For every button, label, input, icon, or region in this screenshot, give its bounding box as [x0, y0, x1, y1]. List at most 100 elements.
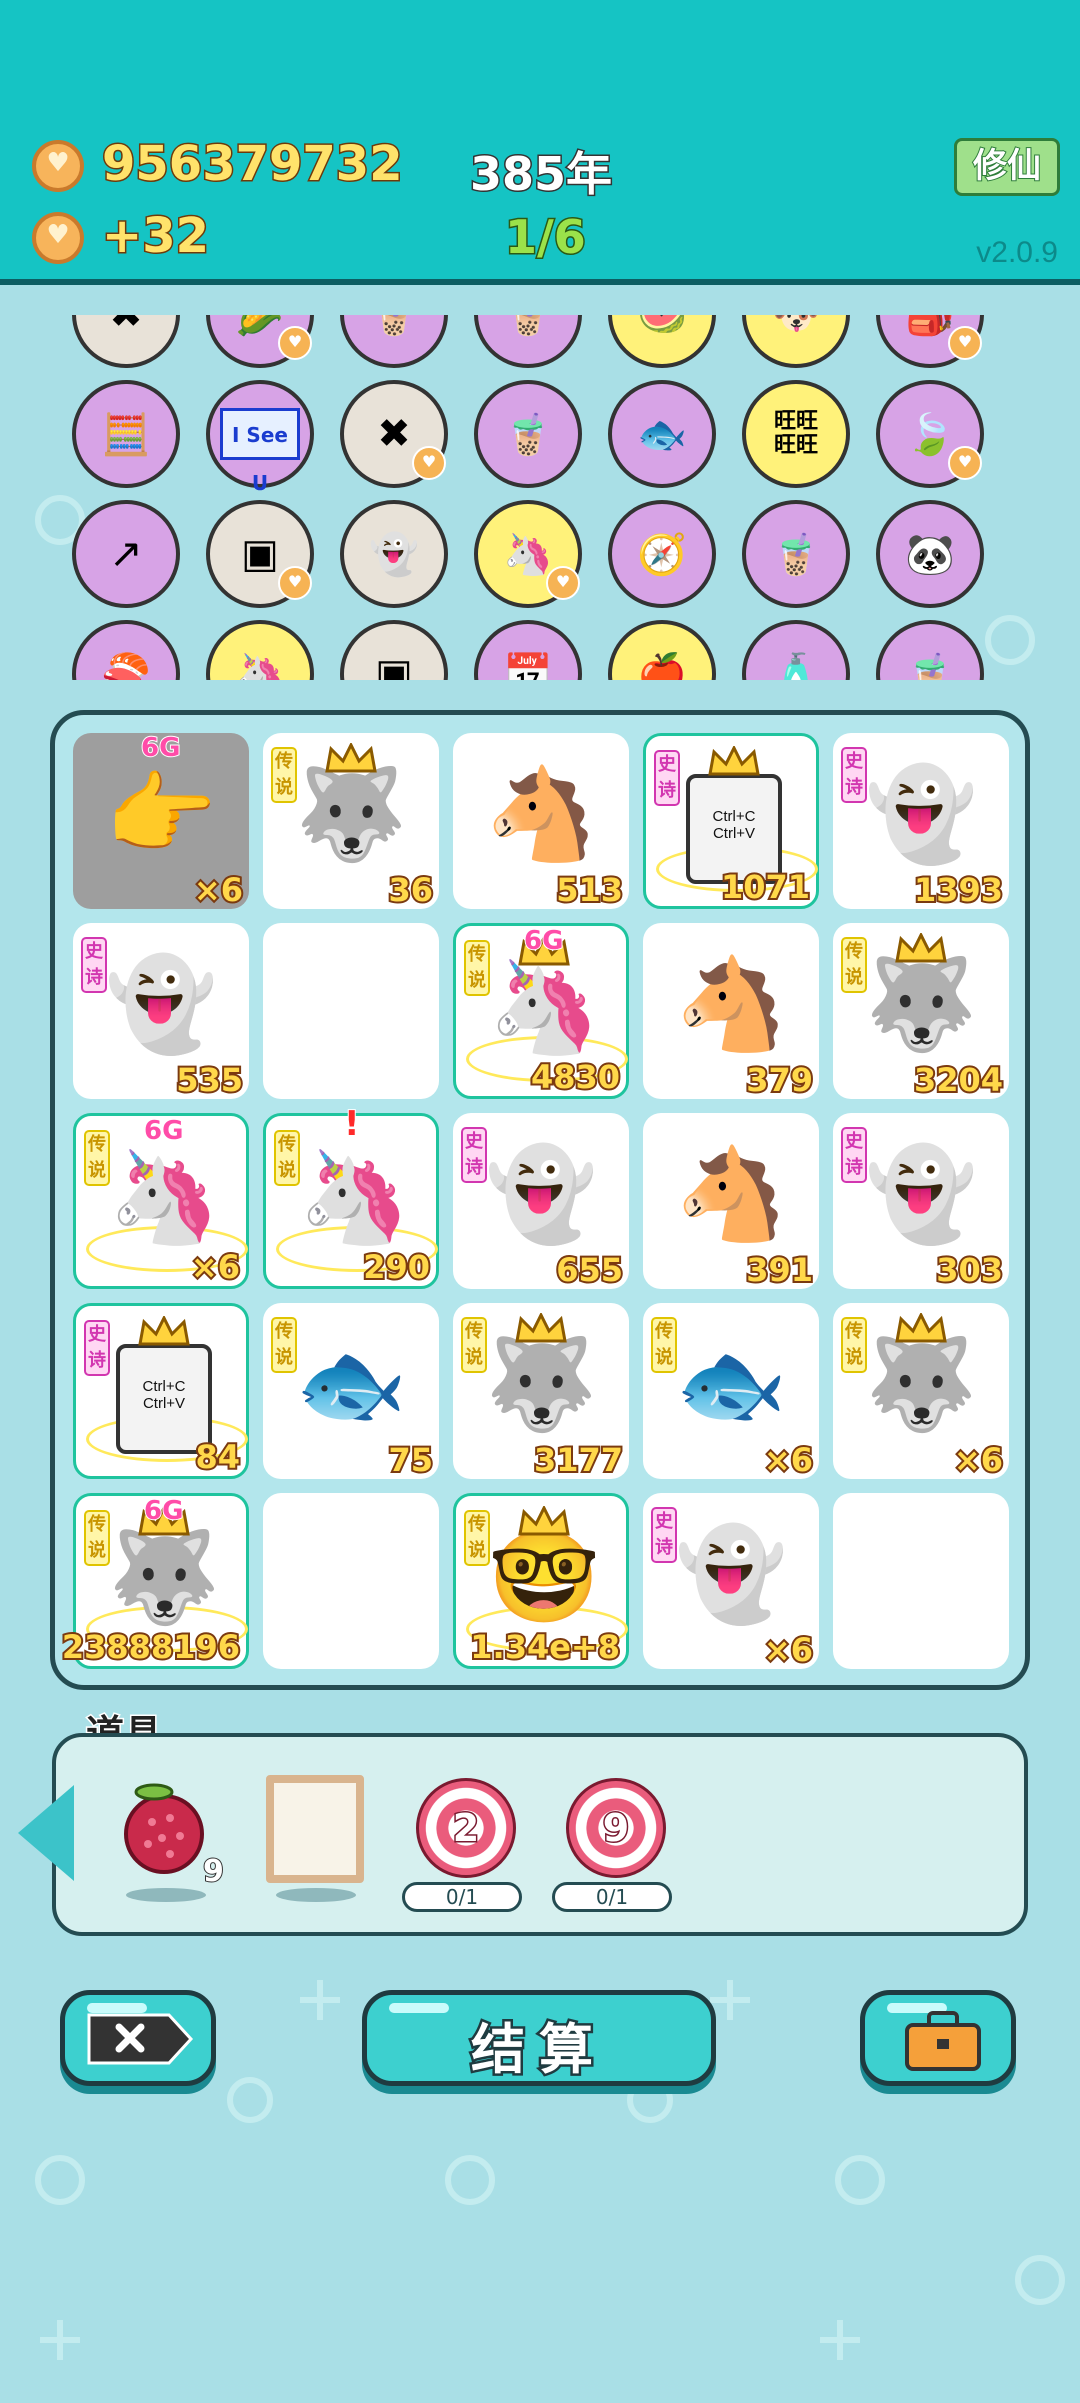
legendary-badge: 传说: [461, 1317, 487, 1373]
cell-value: 84: [193, 1436, 241, 1478]
collection-icon-corn[interactable]: 🌽♥: [206, 315, 314, 368]
collection-icon-fish-bowl[interactable]: 🐟: [608, 380, 716, 488]
legendary-badge: 传说: [274, 1130, 300, 1186]
crown-icon: [325, 741, 377, 773]
crown-icon: [138, 1314, 190, 1346]
collection-icon-bubble-tea[interactable]: 🧋: [340, 315, 448, 368]
collection-icon-i-see-u[interactable]: I See U: [206, 380, 314, 495]
favorite-heart-icon: ♥: [412, 446, 446, 480]
briefcase-button[interactable]: [860, 1990, 1016, 2086]
board-cell-hand-pointer[interactable]: 👉 6G ×6: [73, 732, 249, 911]
board-cell-koi[interactable]: 🐟 传说 ×6: [643, 1303, 819, 1481]
collection-icon-cubes[interactable]: ▣: [340, 620, 448, 680]
cell-value: 513: [554, 869, 625, 911]
board-cell-king-face[interactable]: 🤓 传说 1.34e+8: [453, 1493, 629, 1669]
horse-icon: 🐴: [674, 952, 788, 1057]
board-cell-unicorn-crown[interactable]: 🦄 传说 6G 4830: [453, 923, 629, 1099]
blank-card-item[interactable]: [266, 1775, 364, 1883]
board-cell-husky-crown[interactable]: 🐺 传说 ×6: [833, 1303, 1009, 1481]
settle-button[interactable]: 结算: [362, 1990, 716, 2086]
collection-icon-leaf[interactable]: 🍃 ♥: [876, 380, 984, 488]
collection-icon-sushi[interactable]: 🍣: [72, 620, 180, 680]
board-cell-ctrl-cv[interactable]: Ctrl+C Ctrl+V 史诗 1071: [643, 733, 819, 909]
board-cell-koi[interactable]: 🐟 传说 75: [263, 1303, 439, 1481]
empty-slot[interactable]: [263, 1493, 439, 1669]
year-counter: 385年: [468, 146, 613, 203]
coin-icon: [32, 140, 84, 192]
alert-icon: !: [343, 1103, 360, 1145]
6g-tag: 6G: [140, 732, 181, 764]
epic-badge: 史诗: [651, 1507, 677, 1563]
collection-icon-bubble-tea[interactable]: 🧋: [876, 620, 984, 680]
cell-value: 23888196: [60, 1626, 242, 1668]
collection-icon-dog[interactable]: 🐶: [742, 315, 850, 368]
board-cell-horse[interactable]: 🐴 513: [453, 733, 629, 911]
collection-icon-calendar[interactable]: 📅: [474, 620, 582, 680]
board-cell-ghost[interactable]: 👻 史诗 655: [453, 1113, 629, 1291]
collection-icon-math-kid[interactable]: 🧮: [72, 380, 180, 488]
top-bar-divider: [0, 279, 1080, 285]
collection-icon-bubble-tea[interactable]: 🧋: [474, 315, 582, 368]
board-cell-unicorn[interactable]: 🦄 传说 6G ×6: [73, 1113, 249, 1289]
cell-value: 391: [744, 1249, 815, 1291]
cell-value: 535: [174, 1059, 245, 1101]
cell-value: ×6: [952, 1439, 1005, 1481]
collection-icon-arrow-up[interactable]: ↗: [72, 500, 180, 608]
6g-tag: 6G: [523, 925, 564, 957]
crown-icon: [518, 1504, 570, 1536]
collection-icon-unicorn[interactable]: 🦄 ♥: [474, 500, 582, 608]
legendary-badge: 传说: [464, 1510, 490, 1566]
target-2-progress: 0/1: [552, 1882, 672, 1912]
cancel-button[interactable]: [60, 1990, 216, 2086]
empty-slot[interactable]: [833, 1493, 1009, 1669]
briefcase-icon: [905, 2011, 981, 2071]
epic-badge: 史诗: [654, 750, 680, 806]
empty-slot[interactable]: [263, 923, 439, 1099]
collection-icon-cubes[interactable]: ▣ ♥: [206, 500, 314, 608]
board-cell-horse[interactable]: 🐴 379: [643, 923, 819, 1101]
legendary-badge: 传说: [841, 937, 867, 993]
board-cell-ghost[interactable]: 👻 史诗 535: [73, 923, 249, 1101]
collection-icon-compass[interactable]: 🧭: [608, 500, 716, 608]
legendary-badge: 传说: [271, 747, 297, 803]
props-left-arrow[interactable]: [18, 1785, 74, 1881]
lychee-shadow: [126, 1888, 206, 1902]
target-item-1[interactable]: 2: [416, 1778, 516, 1878]
board-cell-husky-crown[interactable]: 🐺 传说 6G 23888196: [60, 1493, 249, 1669]
collection-icon-watermelon[interactable]: 🍉: [608, 315, 716, 368]
collection-icon-wink-ghost[interactable]: 👻: [340, 500, 448, 608]
collection-icon-panda[interactable]: 🐼: [876, 500, 984, 608]
legendary-badge: 传说: [651, 1317, 677, 1373]
target-item-2[interactable]: 9: [566, 1778, 666, 1878]
cell-value: 655: [554, 1249, 625, 1291]
version-label: v2.0.9: [976, 236, 1058, 269]
collection-icon-red-bag[interactable]: 🎒♥: [876, 315, 984, 368]
board-cell-horse[interactable]: 🐴 391: [643, 1113, 819, 1291]
collection-icon-cancel-x[interactable]: ✖: [72, 315, 180, 368]
collection-icon-spray-bottle[interactable]: 🧴: [742, 620, 850, 680]
collection-icon-fruit-basket[interactable]: 🍎: [608, 620, 716, 680]
collection-icon-cancel-x[interactable]: ✖ ♥: [340, 380, 448, 488]
legendary-badge: 传说: [841, 1317, 867, 1373]
cancel-x-icon: [87, 2013, 194, 2065]
cultivate-button[interactable]: 修仙: [954, 138, 1060, 196]
collection-icon-unicorn[interactable]: 🦄: [206, 620, 314, 680]
crown-icon: [895, 931, 947, 963]
board-cell-ghost[interactable]: 👻 史诗 ×6: [643, 1493, 819, 1671]
collection-icon-旺旺[interactable]: 旺旺 旺旺: [742, 380, 850, 488]
board-cell-husky-crown[interactable]: 🐺 传说 3204: [833, 923, 1009, 1101]
cell-value: 3204: [912, 1059, 1005, 1101]
board-cell-husky-crown[interactable]: 🐺 传说 3177: [453, 1303, 629, 1481]
board-cell-unicorn[interactable]: 🦄 传说! 290: [263, 1103, 439, 1289]
collection-icon-bubble-tea[interactable]: 🧋: [742, 500, 850, 608]
settle-label: 结算: [469, 2016, 607, 2084]
board-cell-ghost[interactable]: 👻 史诗 303: [833, 1113, 1009, 1291]
collection-icon-bubble-tea[interactable]: 🧋: [474, 380, 582, 488]
board-cell-ghost[interactable]: 👻 史诗 1393: [833, 733, 1009, 911]
favorite-heart-icon: ♥: [546, 566, 580, 600]
board-cell-husky-crown[interactable]: 🐺 传说 36: [263, 733, 439, 911]
crown-icon: [895, 1311, 947, 1343]
board-cell-ctrl-cv[interactable]: Ctrl+C Ctrl+V 史诗 84: [73, 1303, 249, 1479]
collection-strip[interactable]: ✖🌽♥🧋🧋🍉🐶🎒♥🧮I See U✖♥🧋🐟旺旺 旺旺🍃♥↗▣♥👻🦄♥🧭🧋🐼🍣🦄▣…: [72, 315, 1012, 680]
cell-value: 75: [386, 1439, 434, 1481]
